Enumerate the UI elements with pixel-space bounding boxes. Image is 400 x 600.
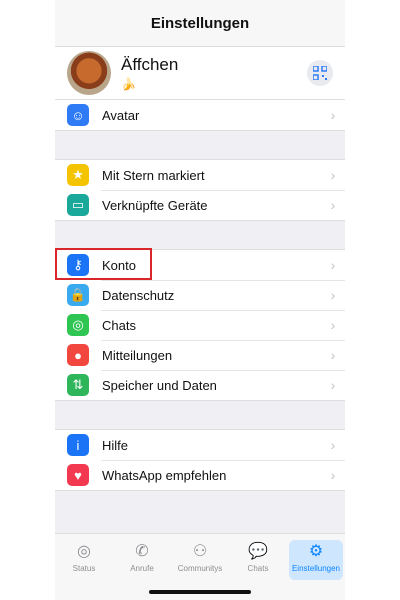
tab-label: Chats <box>247 564 269 573</box>
profile-name: Äffchen <box>121 55 179 74</box>
home-indicator <box>149 590 251 594</box>
chevron-right-icon: › <box>330 107 336 123</box>
chevron-right-icon: › <box>330 347 336 363</box>
settings-screen: Einstellungen Äffchen 🍌 ☺ Avatar › ★ Mit… <box>55 0 345 600</box>
tab-communities[interactable]: ⚇ Communitys <box>173 540 227 580</box>
communities-icon: ⚇ <box>192 543 208 560</box>
tab-label: Status <box>72 564 96 573</box>
avatar[interactable] <box>67 51 111 95</box>
tab-label: Einstellungen <box>291 564 341 573</box>
chevron-right-icon: › <box>330 197 336 213</box>
heart-icon: ♥ <box>67 464 89 486</box>
avatar-icon: ☺ <box>67 104 89 126</box>
chats-icon: 💬 <box>248 543 268 560</box>
settings-item-avatar[interactable]: ☺ Avatar › <box>55 100 345 130</box>
chevron-right-icon: › <box>330 287 336 303</box>
chevron-right-icon: › <box>330 377 336 393</box>
lock-icon: 🔒 <box>67 284 89 306</box>
settings-item-label: Speicher und Daten <box>102 377 217 393</box>
notification-icon: ● <box>67 344 89 366</box>
chevron-right-icon: › <box>330 467 336 483</box>
settings-item-account[interactable]: ⚷ Konto › <box>55 248 345 280</box>
settings-item-label: Konto <box>102 257 136 273</box>
profile-status: 🍌 <box>121 77 136 91</box>
settings-item-notifications[interactable]: ● Mitteilungen › <box>55 340 345 370</box>
laptop-icon: ▭ <box>67 194 89 216</box>
tab-label: Communitys <box>177 564 223 573</box>
page-title: Einstellungen <box>55 0 345 46</box>
tab-status[interactable]: ◎ Status <box>57 540 111 580</box>
key-icon: ⚷ <box>67 254 89 276</box>
tab-bar: ◎ Status ✆ Anrufe ⚇ Communitys 💬 Chats ⚙… <box>55 533 345 600</box>
settings-item-label: WhatsApp empfehlen <box>102 467 227 483</box>
settings-item-linked-devices[interactable]: ▭ Verknüpfte Geräte › <box>55 190 345 220</box>
qr-code-icon[interactable] <box>307 60 333 86</box>
chevron-right-icon: › <box>330 257 336 273</box>
tab-settings[interactable]: ⚙ Einstellungen <box>289 540 343 580</box>
phone-icon: ✆ <box>135 543 149 560</box>
settings-icon: ⚙ <box>308 543 324 560</box>
chevron-right-icon: › <box>330 317 336 333</box>
settings-item-storage[interactable]: ⇅ Speicher und Daten › <box>55 370 345 400</box>
whatsapp-icon: ◎ <box>67 314 89 336</box>
settings-group-account: ⚷ Konto › 🔒 Datenschutz › ◎ Chats › ● Mi… <box>55 248 345 401</box>
profile-row[interactable]: Äffchen 🍌 <box>55 46 345 99</box>
tab-calls[interactable]: ✆ Anrufe <box>115 540 169 580</box>
info-icon: i <box>67 434 89 456</box>
settings-item-label: Hilfe <box>102 437 129 453</box>
settings-group-starred: ★ Mit Stern markiert › ▭ Verknüpfte Gerä… <box>55 159 345 221</box>
storage-icon: ⇅ <box>67 374 89 396</box>
settings-item-label: Avatar <box>102 107 140 123</box>
settings-item-label: Verknüpfte Geräte <box>102 197 208 213</box>
settings-item-recommend[interactable]: ♥ WhatsApp empfehlen › <box>55 460 345 490</box>
star-icon: ★ <box>67 164 89 186</box>
settings-item-help[interactable]: i Hilfe › <box>55 430 345 460</box>
tab-chats[interactable]: 💬 Chats <box>231 540 285 580</box>
chevron-right-icon: › <box>330 437 336 453</box>
status-icon: ◎ <box>77 543 91 560</box>
settings-item-starred[interactable]: ★ Mit Stern markiert › <box>55 160 345 190</box>
settings-item-label: Datenschutz <box>102 287 175 303</box>
settings-group-help: i Hilfe › ♥ WhatsApp empfehlen › <box>55 429 345 491</box>
settings-item-label: Mitteilungen <box>102 347 173 363</box>
settings-item-privacy[interactable]: 🔒 Datenschutz › <box>55 280 345 310</box>
settings-item-label: Mit Stern markiert <box>102 167 205 183</box>
chevron-right-icon: › <box>330 167 336 183</box>
tab-label: Anrufe <box>130 564 154 573</box>
settings-item-label: Chats <box>102 317 136 333</box>
settings-item-chats[interactable]: ◎ Chats › <box>55 310 345 340</box>
settings-group-avatar: ☺ Avatar › <box>55 99 345 131</box>
